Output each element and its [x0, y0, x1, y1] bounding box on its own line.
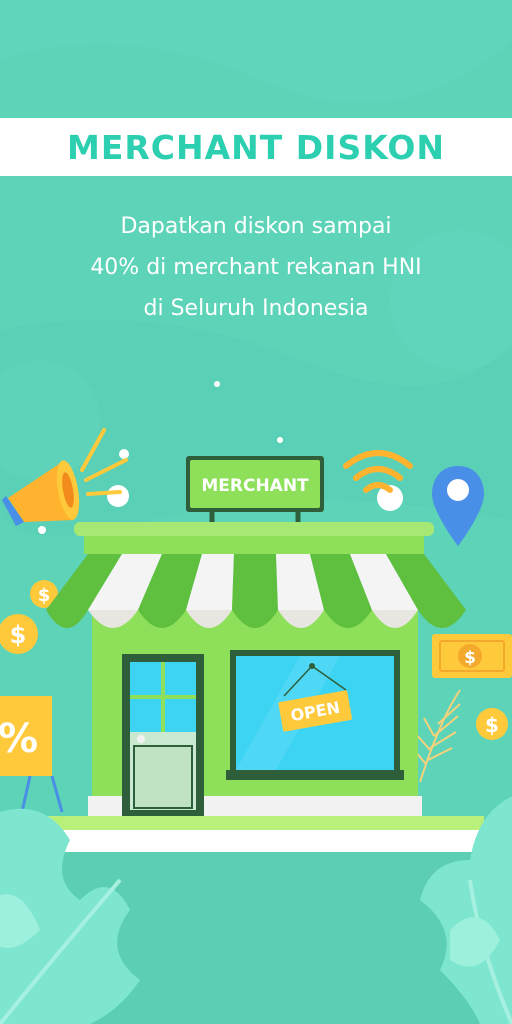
palm-leaf-icon: [413, 689, 461, 783]
coin-icon: $: [476, 708, 508, 740]
store-building: MERCHANT OPEN: [46, 456, 466, 816]
banknote-icon: $: [432, 634, 512, 678]
awning: [46, 554, 466, 628]
discount-percent: %: [0, 716, 38, 762]
megaphone-icon: [2, 428, 128, 526]
store-door: [122, 654, 204, 816]
coin-symbol: $: [38, 585, 51, 606]
banknote-symbol: $: [464, 648, 476, 668]
coin-symbol: $: [10, 621, 27, 649]
wifi-icon: [343, 450, 413, 493]
store-sign-text: MERCHANT: [201, 476, 309, 496]
merchant-illustration: $ $ $ $ % MERCHANT OPEN: [0, 381, 512, 1024]
location-pin-icon: [432, 466, 484, 546]
coin-icon: $: [0, 614, 38, 654]
store-window: OPEN: [226, 650, 404, 780]
sidewalk: [32, 830, 480, 852]
coin-symbol: $: [485, 713, 499, 737]
ground-strip: [24, 816, 484, 830]
discount-sign: %: [0, 696, 64, 813]
